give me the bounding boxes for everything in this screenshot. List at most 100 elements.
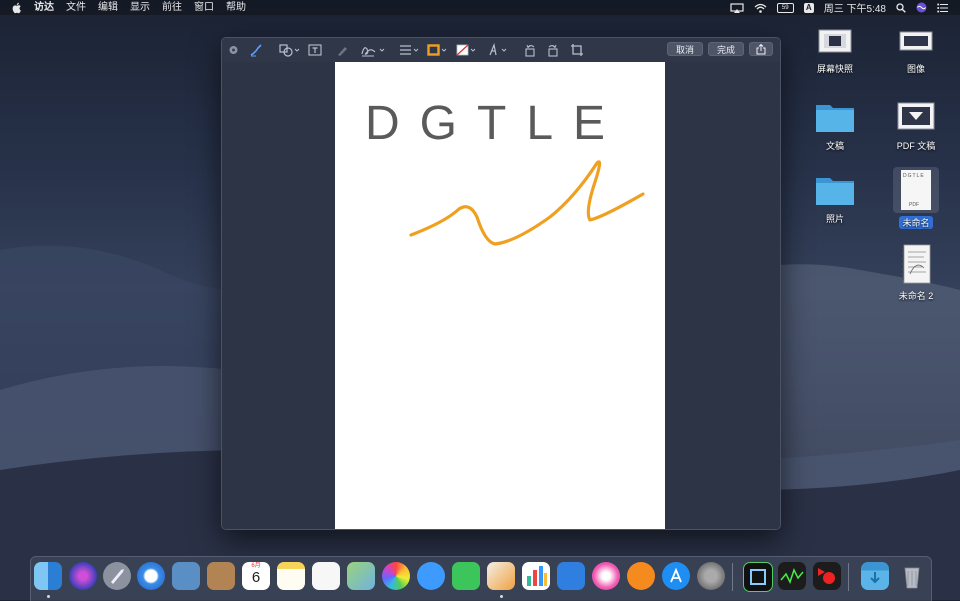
text-style-icon — [489, 43, 497, 56]
dock-books-icon[interactable] — [627, 562, 655, 590]
record-icon — [818, 568, 835, 584]
dock: 6月 6 — [30, 556, 932, 601]
text-style-tool[interactable] — [487, 43, 507, 57]
highlight-tool[interactable] — [336, 43, 350, 57]
dock-messages-icon[interactable] — [417, 562, 445, 590]
sketch-tool[interactable] — [249, 43, 265, 57]
chevron-down-icon — [470, 48, 476, 52]
menu-go[interactable]: 前往 — [162, 0, 182, 15]
menu-window[interactable]: 窗口 — [194, 0, 214, 15]
dock-safari-icon[interactable] — [137, 562, 165, 590]
screen-frame-icon — [750, 569, 766, 585]
crop-icon — [571, 44, 583, 56]
chevron-down-icon — [441, 48, 447, 52]
close-window-icon[interactable] — [229, 43, 238, 57]
folder-icon — [816, 105, 854, 132]
dock-numbers-icon[interactable] — [522, 562, 550, 590]
dock-siri-icon[interactable] — [69, 562, 97, 590]
dock-system-preferences-icon[interactable] — [697, 562, 725, 590]
battery-icon[interactable]: 59 — [776, 2, 794, 13]
menu-help[interactable]: 帮助 — [226, 0, 246, 15]
sketch-icon — [250, 44, 262, 57]
screenshot-file-icon — [818, 29, 852, 53]
signature-tool[interactable] — [360, 43, 385, 57]
dock-preview-icon[interactable] — [172, 562, 200, 590]
dock-facetime-icon[interactable] — [452, 562, 480, 590]
airplay-icon[interactable] — [730, 2, 744, 13]
desktop-icon-pdf[interactable]: PDF 文稿 — [881, 100, 951, 152]
crop-button[interactable] — [570, 43, 584, 57]
border-color-icon — [427, 44, 440, 56]
line-style-tool[interactable] — [399, 43, 419, 57]
text-tool[interactable] — [308, 43, 322, 57]
download-arrow-icon — [870, 572, 880, 584]
menu-edit[interactable]: 编辑 — [98, 0, 118, 15]
dock-launchpad-icon[interactable] — [103, 562, 131, 590]
rotate-right-icon — [548, 44, 558, 57]
siri-icon[interactable] — [916, 2, 927, 13]
chevron-down-icon — [501, 48, 507, 52]
shapes-tool[interactable] — [279, 43, 300, 57]
dock-activity-monitor-icon[interactable] — [778, 562, 806, 590]
dock-keynote-icon[interactable] — [557, 562, 585, 590]
done-button[interactable]: 完成 — [708, 42, 745, 56]
dock-calendar-icon[interactable]: 6月 6 — [242, 562, 270, 590]
dock-downloads-folder-icon[interactable] — [861, 562, 889, 590]
dock-itunes-icon[interactable] — [592, 562, 620, 590]
desktop-icon-label: 屏幕快照 — [816, 64, 853, 74]
desktop-icon-photos[interactable]: 照片 — [800, 173, 870, 225]
pdf-thumbnail-icon: DGTLE PDF — [901, 170, 931, 210]
menu-finder[interactable]: 访达 — [34, 0, 54, 15]
dock-video-editor-icon[interactable] — [813, 562, 841, 590]
dock-maps-icon[interactable] — [347, 562, 375, 590]
desktop-icon-screenshot[interactable]: 屏幕快照 — [800, 27, 870, 75]
cancel-button[interactable]: 取消 — [667, 42, 704, 56]
thumb-text: DGTLE — [903, 173, 925, 179]
rotate-left-button[interactable] — [523, 43, 537, 57]
input-method-icon[interactable]: A — [803, 2, 814, 13]
desktop-icon-label: 未命名 — [899, 216, 933, 229]
dock-pages-icon[interactable] — [487, 562, 515, 590]
desktop-icon-untitled[interactable]: DGTLE PDF 未命名 — [881, 167, 951, 229]
apple-menu-icon[interactable] — [12, 2, 22, 14]
desktop-icon-label: PDF 文稿 — [896, 141, 936, 151]
dock-notes-icon[interactable] — [277, 562, 305, 590]
menu-clock[interactable]: 周三 下午5:48 — [824, 0, 886, 15]
dock-photos-icon[interactable] — [382, 562, 410, 590]
wifi-icon[interactable] — [754, 3, 767, 13]
fill-color-tool[interactable] — [456, 43, 476, 57]
desktop-icon-image[interactable]: 图像 — [881, 27, 951, 75]
dock-separator — [732, 563, 733, 591]
dock-contacts-icon[interactable] — [207, 562, 235, 590]
running-indicator — [47, 595, 50, 598]
document-page[interactable]: DGTLE — [335, 62, 665, 529]
spotlight-search-icon[interactable] — [896, 2, 906, 13]
dock-trash-icon[interactable] — [898, 562, 926, 590]
dock-reminders-icon[interactable] — [312, 562, 340, 590]
rocket-icon — [111, 569, 124, 584]
dock-app-store-icon[interactable] — [662, 562, 690, 590]
chevron-down-icon — [413, 48, 419, 52]
desktop-icon-untitled-2[interactable]: 未命名 2 — [881, 244, 951, 302]
image-file-icon — [899, 31, 933, 51]
menu-file[interactable]: 文件 — [66, 0, 86, 15]
markup-window: 取消 完成 DGTLE — [221, 37, 781, 530]
menu-bar: 访达 文件 编辑 显示 前往 窗口 帮助 59 A 周三 下午5:48 — [0, 0, 960, 15]
border-color-tool[interactable] — [427, 43, 447, 57]
notification-center-icon[interactable] — [937, 3, 948, 13]
document-canvas: DGTLE — [222, 62, 780, 529]
text-box-icon — [308, 44, 322, 56]
rotate-right-button[interactable] — [546, 43, 560, 57]
dock-screen-recorder-icon[interactable] — [743, 562, 773, 592]
chevron-down-icon — [379, 48, 385, 52]
fill-color-icon — [456, 44, 469, 56]
desktop-icon-documents[interactable]: 文稿 — [800, 100, 870, 152]
chevron-down-icon — [294, 48, 300, 52]
dock-finder-icon[interactable] — [34, 562, 62, 590]
share-icon — [756, 43, 766, 55]
menu-view[interactable]: 显示 — [130, 0, 150, 15]
desktop-icon-label: 文稿 — [825, 141, 844, 151]
pdf-badge: PDF — [909, 202, 919, 208]
share-button[interactable] — [749, 42, 773, 56]
annotation-stroke[interactable] — [335, 62, 665, 529]
